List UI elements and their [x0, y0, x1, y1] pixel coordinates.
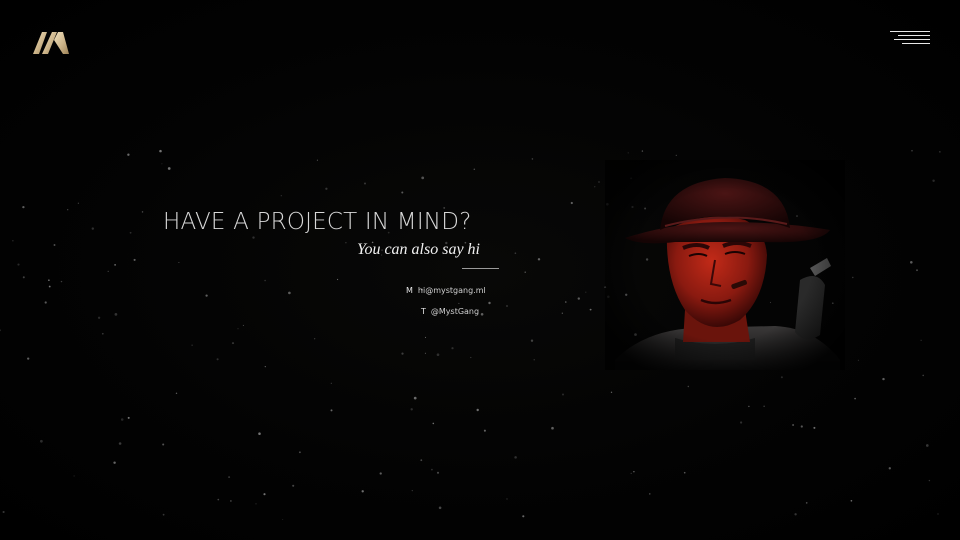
twitter-label: T [421, 307, 426, 316]
cowboy-portrait-image [605, 160, 845, 370]
contact-email-row: Mhi@mystgang.ml [406, 285, 486, 297]
contact-headline: HAVE A PROJECT IN MIND? [163, 209, 472, 235]
twitter-link[interactable]: @MystGang [431, 307, 479, 316]
email-label: M [406, 286, 413, 295]
divider-line [462, 268, 499, 269]
contact-subhead: You can also say hi [357, 241, 480, 258]
email-link[interactable]: hi@mystgang.ml [418, 286, 486, 295]
background-stage: HAVE A PROJECT IN MIND? You can also say… [0, 0, 960, 540]
contact-twitter-row: T @MystGang [421, 306, 479, 318]
